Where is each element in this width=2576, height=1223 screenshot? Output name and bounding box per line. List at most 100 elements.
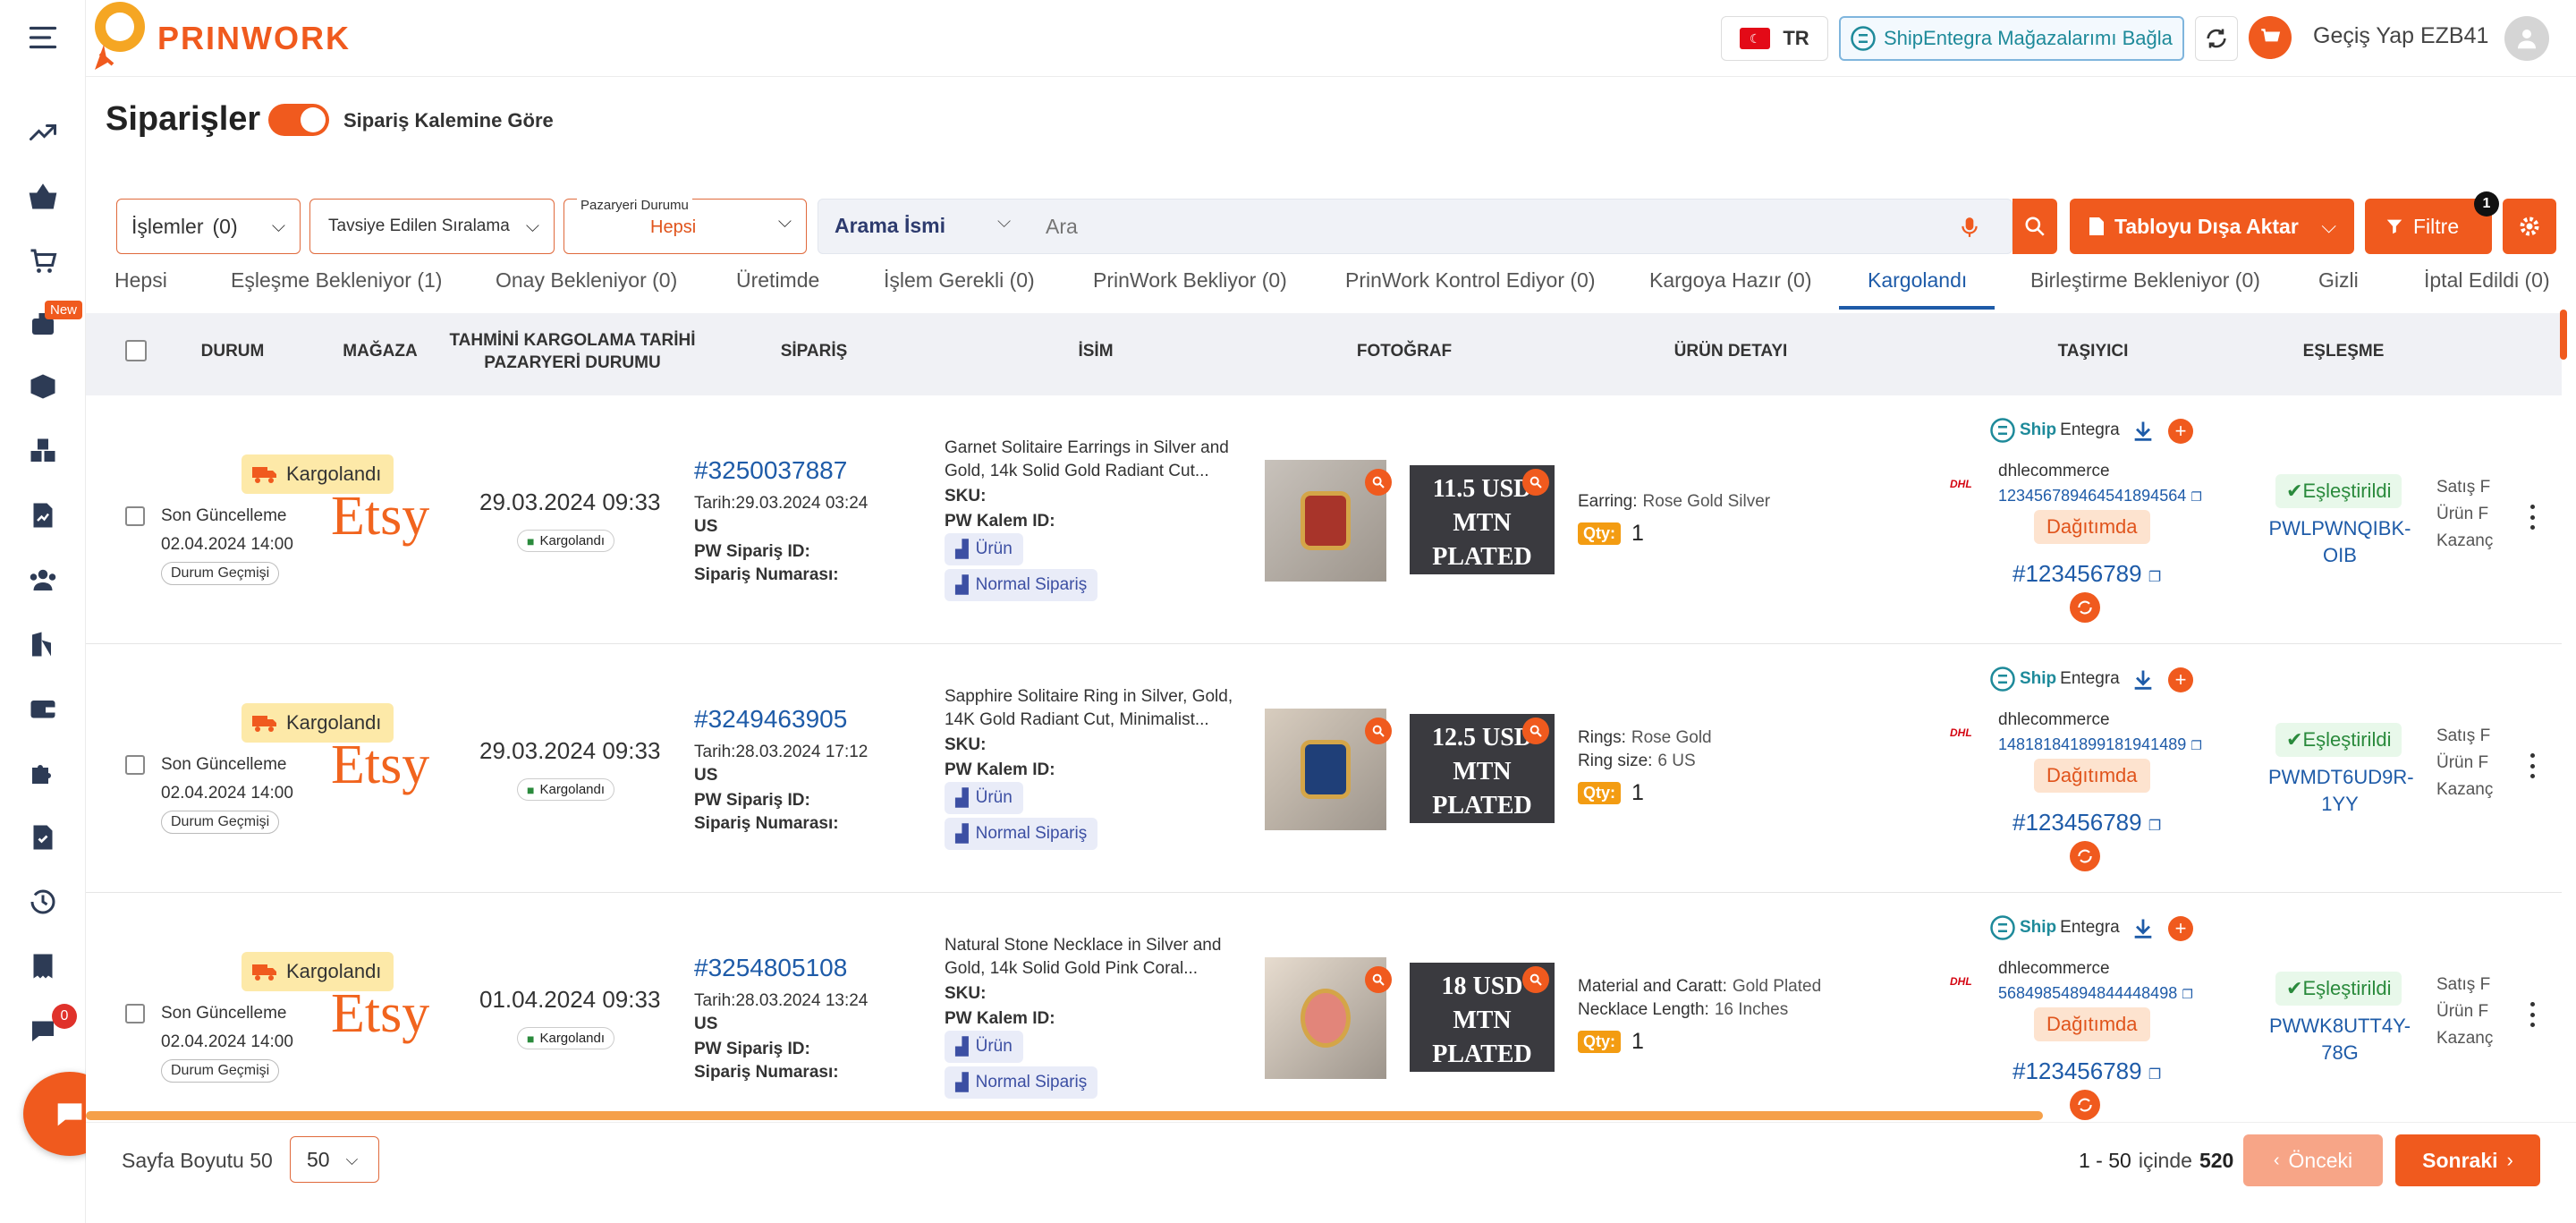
table-row: Kargolandı Son Güncelleme 02.04.2024 14:…: [86, 644, 2562, 893]
language-selector[interactable]: ☾ TR: [1721, 16, 1828, 61]
product-name-line-2: 14K Gold Radiant Cut, Minimalist...: [945, 710, 1209, 729]
boxes-icon[interactable]: [23, 431, 63, 471]
marketplace-status-select[interactable]: Pazaryeri Durumu Hepsi ⌵: [564, 198, 807, 254]
document-chart-icon[interactable]: [23, 496, 63, 535]
match-code[interactable]: PWLPWNQIBK- OIB: [2268, 515, 2411, 569]
history-icon[interactable]: [23, 882, 63, 921]
group-by-item-toggle[interactable]: [268, 104, 329, 136]
add-icon[interactable]: +: [2168, 667, 2193, 692]
puzzle-icon[interactable]: [23, 753, 63, 793]
header-carrier: TAŞIYICI: [2057, 342, 2129, 361]
export-table-button[interactable]: Tabloyu Dışa Aktar ⌵: [2070, 199, 2354, 254]
row-checkbox[interactable]: [125, 1004, 145, 1023]
page-size-select[interactable]: 50 ⌵: [290, 1136, 379, 1183]
tab-prinwork-checking[interactable]: PrinWork Kontrol Ediyor (0): [1345, 268, 1596, 293]
match-code[interactable]: PWWK8UTT4Y- 78G: [2268, 1013, 2411, 1066]
status-history-button[interactable]: Durum Geçmişi: [161, 562, 280, 585]
tab-in-production[interactable]: Üretimde: [736, 268, 819, 293]
add-icon[interactable]: +: [2168, 916, 2193, 941]
zoom-icon[interactable]: [1522, 966, 1549, 993]
previous-page-button[interactable]: ‹ Önceki: [2243, 1134, 2383, 1186]
row-checkbox[interactable]: [125, 755, 145, 775]
copy-icon[interactable]: ❐: [2148, 1067, 2161, 1083]
download-icon[interactable]: [2131, 916, 2156, 946]
order-link[interactable]: #3250037887: [694, 456, 847, 485]
copy-icon[interactable]: ❐: [2148, 819, 2161, 834]
copy-icon[interactable]: ❐: [2182, 987, 2193, 1001]
trending-icon[interactable]: [23, 113, 63, 152]
zoom-icon[interactable]: [1522, 469, 1549, 496]
next-page-button[interactable]: Sonraki ›: [2395, 1134, 2540, 1186]
copy-icon[interactable]: ❐: [2190, 738, 2202, 752]
copy-icon[interactable]: ❐: [2190, 489, 2202, 504]
tab-all[interactable]: Hepsi: [114, 268, 167, 293]
chevron-down-icon[interactable]: ⌵: [997, 212, 1011, 233]
settings-button[interactable]: [2503, 199, 2556, 254]
logo-mark[interactable]: [86, 0, 150, 77]
refresh-tracking-button[interactable]: [2070, 841, 2100, 871]
row-menu-icon[interactable]: [2519, 748, 2546, 784]
download-icon[interactable]: [2131, 419, 2156, 448]
basket-icon[interactable]: [23, 177, 63, 217]
truck-icon: ■: [527, 533, 535, 548]
chevron-down-icon[interactable]: ⌵: [2321, 215, 2336, 238]
order-number-label: Sipariş Numarası:: [694, 1063, 839, 1082]
tab-action-required[interactable]: İşlem Gerekli (0): [884, 268, 1035, 293]
actions-dropdown[interactable]: İşlemler (0) ⌵: [116, 199, 301, 254]
row-checkbox[interactable]: [125, 506, 145, 526]
building-settings-icon[interactable]: [23, 624, 63, 664]
status-history-button[interactable]: Durum Geçmişi: [161, 1059, 280, 1083]
shipentegra-connect-button[interactable]: ShipEntegra Mağazalarımı Bağla: [1839, 16, 2184, 61]
carrier-code[interactable]: 12345678946454189456​4 ❐: [1998, 487, 2202, 505]
refresh-tracking-button[interactable]: [2070, 1090, 2100, 1120]
zoom-icon[interactable]: [1365, 966, 1392, 993]
status-history-button[interactable]: Durum Geçmişi: [161, 811, 280, 834]
vertical-scrollbar[interactable]: [2560, 310, 2567, 360]
sku-label: SKU:: [945, 487, 987, 505]
refresh-tracking-button[interactable]: [2070, 592, 2100, 623]
menu-icon[interactable]: [23, 18, 63, 57]
switch-user-label[interactable]: Geçiş Yap EZB41: [2313, 23, 2488, 49]
tab-awaiting-match[interactable]: Eşleşme Bekleniyor (1): [231, 268, 442, 293]
row-menu-icon[interactable]: [2519, 997, 2546, 1032]
zoom-icon[interactable]: [1365, 718, 1392, 744]
zoom-icon[interactable]: [1365, 469, 1392, 496]
box-icon[interactable]: [23, 367, 63, 406]
file-check-icon[interactable]: [23, 818, 63, 857]
tracking-link[interactable]: #123456789 ❐: [2012, 560, 2161, 588]
receipt-icon[interactable]: [23, 947, 63, 986]
tracking-link[interactable]: #123456789 ❐: [2012, 1057, 2161, 1085]
search-field-select[interactable]: Arama İsmi: [835, 214, 945, 238]
carrier-code[interactable]: 14818184189918194148​9 ❐: [1998, 735, 2202, 754]
order-link[interactable]: #3249463905: [694, 705, 847, 734]
copy-icon[interactable]: ❐: [2148, 570, 2161, 585]
cart-add-icon[interactable]: [23, 242, 63, 281]
search-input[interactable]: [1046, 208, 1851, 244]
download-icon[interactable]: [2131, 667, 2156, 697]
order-link[interactable]: #3254805108: [694, 954, 847, 982]
horizontal-scrollbar[interactable]: [86, 1111, 2043, 1120]
tracking-link[interactable]: #123456789 ❐: [2012, 809, 2161, 837]
tab-cancelled[interactable]: İptal Edildi (0): [2424, 268, 2550, 293]
search-button[interactable]: [2012, 199, 2057, 254]
filter-button[interactable]: Filtre: [2365, 199, 2492, 254]
tab-prinwork-waiting[interactable]: PrinWork Bekliyor (0): [1093, 268, 1287, 293]
sort-dropdown[interactable]: Tavsiye Edilen Sıralama ⌵: [309, 199, 555, 254]
tab-awaiting-merge[interactable]: Birleştirme Bekleniyor (0): [2030, 268, 2260, 293]
cart-button[interactable]: [2249, 16, 2292, 59]
wallet-icon[interactable]: [23, 689, 63, 728]
zoom-icon[interactable]: [1522, 718, 1549, 744]
tab-ready-to-ship[interactable]: Kargoya Hazır (0): [1649, 268, 1812, 293]
select-all-checkbox[interactable]: [125, 340, 147, 361]
microphone-icon[interactable]: [1958, 214, 1981, 245]
row-menu-icon[interactable]: [2519, 499, 2546, 535]
users-icon[interactable]: [23, 560, 63, 599]
tab-hidden[interactable]: Gizli: [2318, 268, 2359, 293]
tab-shipped[interactable]: Kargolandı: [1868, 268, 1967, 293]
tab-awaiting-approval[interactable]: Onay Bekleniyor (0): [496, 268, 677, 293]
add-icon[interactable]: +: [2168, 419, 2193, 444]
sync-button[interactable]: [2195, 16, 2238, 61]
match-code[interactable]: PWMDT6UD9R- 1YY: [2268, 764, 2414, 818]
avatar[interactable]: [2504, 16, 2549, 61]
carrier-code[interactable]: 56849854894844448498 ❐: [1998, 984, 2193, 1003]
